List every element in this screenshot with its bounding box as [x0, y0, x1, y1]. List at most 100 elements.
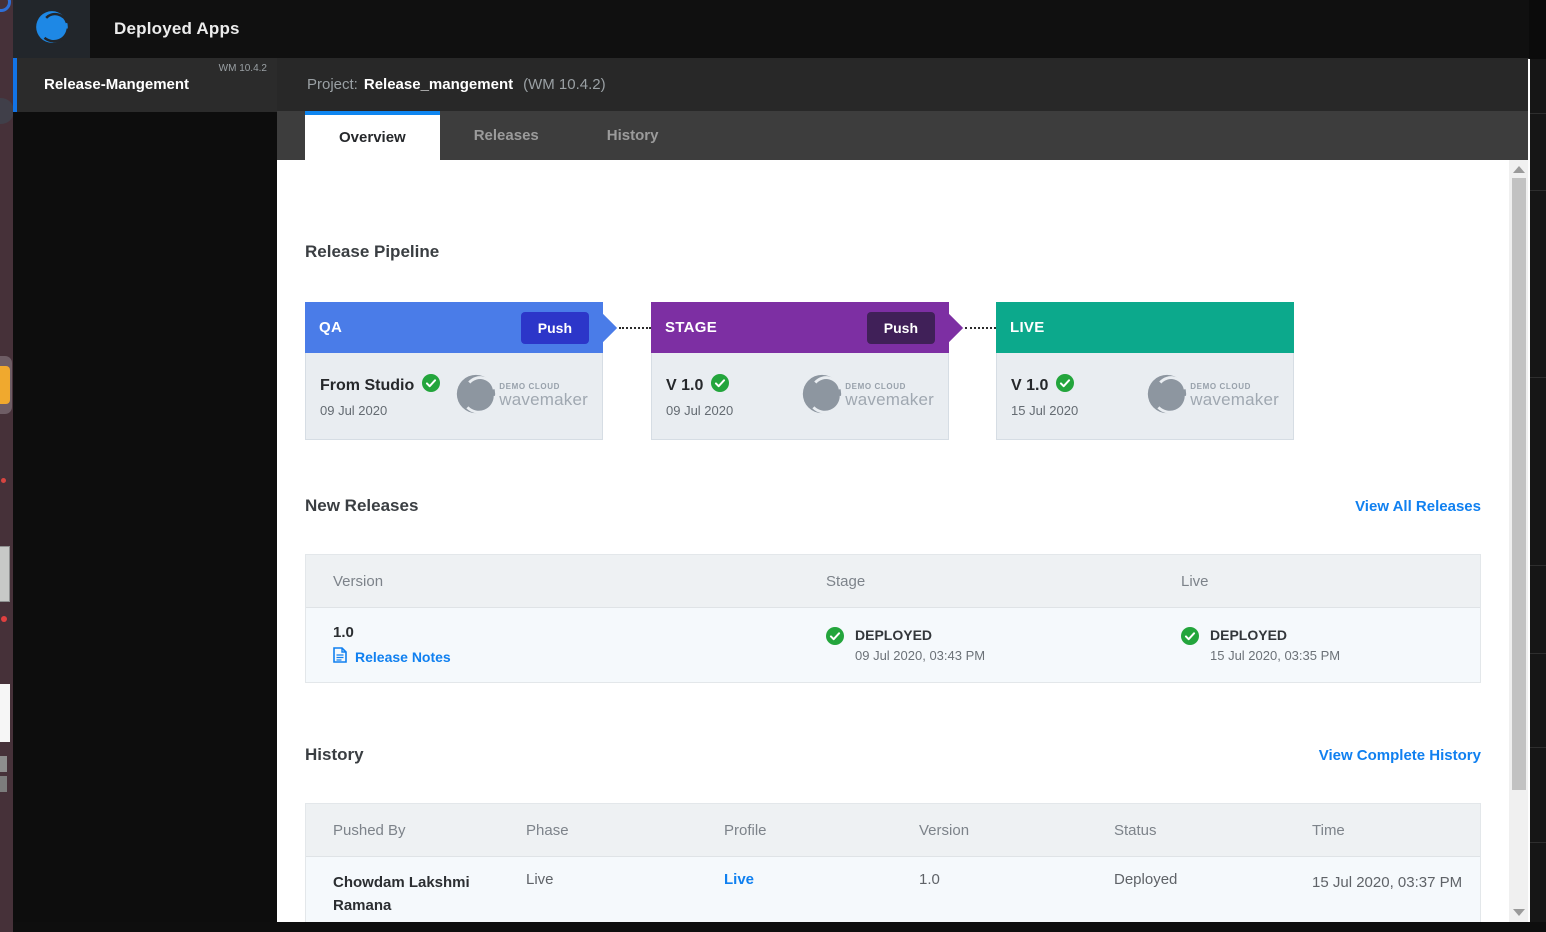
stage-deploy-status: DEPLOYED: [855, 627, 985, 643]
dock-app-icon: [0, 546, 10, 602]
dock-app-icon: [0, 366, 10, 404]
pipeline-stage-stage: STAGE Push V 1.0: [651, 302, 949, 440]
project-version: (WM 10.4.2): [523, 76, 606, 93]
release-pipeline-title: Release Pipeline: [305, 160, 1481, 262]
history-version: 1.0: [892, 871, 1087, 888]
dock-app-icon: [0, 0, 11, 12]
release-notes-label: Release Notes: [355, 649, 451, 665]
sidebar-item-label: Release-Mangement: [44, 76, 189, 93]
stage-date: 09 Jul 2020: [666, 403, 733, 418]
wavemaker-wave-icon: [1144, 371, 1190, 422]
push-button-qa[interactable]: Push: [521, 312, 589, 344]
wavemaker-logo-icon: [32, 7, 72, 52]
project-name: Release_mangement: [364, 76, 513, 93]
history-time: 15 Jul 2020, 03:37 PM: [1285, 871, 1482, 894]
stage-date: 15 Jul 2020: [1011, 403, 1078, 418]
content-area: Release Pipeline QA Push From Studi: [277, 160, 1509, 922]
new-releases-table: Version Stage Live 1.0 Release Notes: [305, 554, 1481, 683]
demo-cloud-logo: DEMO CLOUD wavemaker: [1144, 371, 1279, 422]
top-bar: Deployed Apps: [13, 0, 1546, 58]
column-header-live: Live: [1154, 573, 1482, 590]
column-header-profile: Profile: [697, 822, 892, 839]
bottom-edge-bar: [13, 922, 1546, 932]
stage-body-qa: From Studio 09 Jul 2020: [305, 353, 603, 440]
success-check-icon: [422, 374, 440, 397]
release-notes-link[interactable]: Release Notes: [333, 647, 799, 666]
tab-history[interactable]: History: [573, 111, 693, 160]
stage-name: QA: [319, 319, 342, 336]
stage-version: From Studio: [320, 377, 414, 395]
history-phase: Live: [499, 871, 697, 888]
stage-header-stage: STAGE Push: [651, 302, 949, 353]
scroll-up-icon[interactable]: [1513, 166, 1525, 173]
wavemaker-wave-icon: [799, 371, 845, 422]
view-complete-history-link[interactable]: View Complete History: [1319, 747, 1481, 764]
stage-name: STAGE: [665, 319, 717, 336]
stage-header-live: LIVE: [996, 302, 1294, 353]
wavemaker-label: wavemaker: [1190, 391, 1279, 409]
column-header-version: Version: [892, 822, 1087, 839]
main-panel: Project: Release_mangement (WM 10.4.2) O…: [277, 58, 1529, 922]
column-header-time: Time: [1285, 822, 1482, 839]
scroll-down-icon[interactable]: [1513, 909, 1525, 916]
history-table: Pushed By Phase Profile Version Status T…: [305, 803, 1481, 922]
screen: Deployed Apps Release-Mangement WM 10.4.…: [0, 0, 1546, 932]
release-pipeline: QA Push From Studio: [305, 302, 1481, 440]
os-dock-strip: [0, 0, 13, 932]
view-all-releases-link[interactable]: View All Releases: [1355, 498, 1481, 515]
stage-date: 09 Jul 2020: [320, 403, 440, 418]
stage-deploy-time: 09 Jul 2020, 03:43 PM: [855, 648, 985, 663]
window-edge-divider: [1528, 59, 1530, 922]
stage-header-qa: QA Push: [305, 302, 603, 353]
live-deploy-status: DEPLOYED: [1210, 627, 1340, 643]
tab-releases[interactable]: Releases: [440, 111, 573, 160]
tab-bar: Overview Releases History: [277, 111, 1529, 160]
history-profile-link[interactable]: Live: [697, 871, 892, 888]
success-check-icon: [826, 627, 844, 650]
new-releases-table-header: Version Stage Live: [306, 555, 1480, 608]
column-header-status: Status: [1087, 822, 1285, 839]
wavemaker-wave-icon: [453, 371, 499, 422]
page-title: Deployed Apps: [114, 19, 240, 39]
stage-version: V 1.0: [666, 377, 703, 395]
stage-name: LIVE: [1010, 319, 1045, 336]
sidebar-item-version: WM 10.4.2: [219, 63, 267, 74]
scrollbar-thumb[interactable]: [1512, 178, 1526, 790]
sidebar-item-release-management[interactable]: Release-Mangement WM 10.4.2: [13, 58, 277, 112]
demo-cloud-logo: DEMO CLOUD wavemaker: [799, 371, 934, 422]
vertical-scrollbar[interactable]: [1509, 160, 1529, 922]
live-deploy-time: 15 Jul 2020, 03:35 PM: [1210, 648, 1340, 663]
release-version: 1.0: [333, 624, 799, 641]
wavemaker-logo-button[interactable]: [13, 0, 90, 58]
dock-notification-dot: [1, 616, 7, 622]
sidebar: Release-Mangement WM 10.4.2: [13, 58, 277, 922]
stage-version: V 1.0: [1011, 377, 1048, 395]
history-title: History: [305, 745, 364, 765]
history-row: Chowdam Lakshmi Ramana Live Live 1.0 Dep…: [306, 857, 1480, 922]
document-icon: [333, 647, 347, 666]
project-label: Project:: [307, 76, 358, 93]
success-check-icon: [1181, 627, 1199, 650]
tab-overview[interactable]: Overview: [305, 111, 440, 160]
push-button-stage[interactable]: Push: [867, 312, 935, 344]
new-releases-title: New Releases: [305, 496, 418, 516]
dock-app-icon: [0, 98, 13, 124]
stage-body-stage: V 1.0 09 Jul 2020: [651, 353, 949, 440]
demo-cloud-logo: DEMO CLOUD wavemaker: [453, 371, 588, 422]
history-status: Deployed: [1087, 871, 1285, 888]
stage-body-live: V 1.0 15 Jul 2020: [996, 353, 1294, 440]
new-releases-row: 1.0 Release Notes: [306, 608, 1480, 682]
project-header: Project: Release_mangement (WM 10.4.2): [277, 58, 1529, 111]
success-check-icon: [1056, 374, 1074, 397]
wavemaker-label: wavemaker: [499, 391, 588, 409]
history-table-header: Pushed By Phase Profile Version Status T…: [306, 804, 1480, 857]
dock-notification-dot: [1, 478, 6, 483]
pipeline-connector: [619, 327, 651, 329]
column-header-stage: Stage: [799, 573, 1154, 590]
column-header-phase: Phase: [499, 822, 697, 839]
column-header-version: Version: [306, 573, 799, 590]
pipeline-connector: [965, 327, 996, 329]
dock-app-icon: [0, 684, 10, 742]
wavemaker-label: wavemaker: [845, 391, 934, 409]
success-check-icon: [711, 374, 729, 397]
